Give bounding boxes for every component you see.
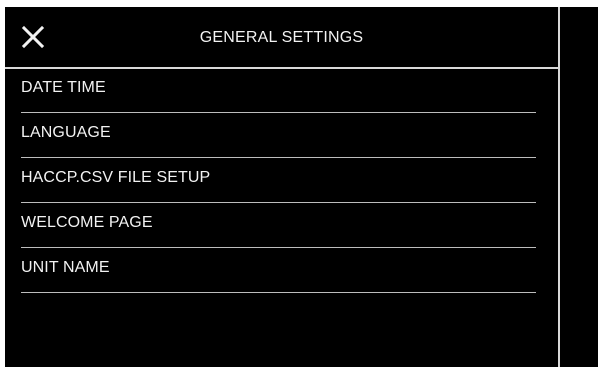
- menu-item-label: DATE TIME: [21, 79, 106, 96]
- header-bar: GENERAL SETTINGS: [5, 7, 558, 69]
- menu-item-label: UNIT NAME: [21, 259, 110, 276]
- settings-screen: GENERAL SETTINGS DATE TIME LANGUAGE HACC…: [5, 7, 598, 367]
- menu-item-label: HACCP.CSV FILE SETUP: [21, 169, 211, 186]
- menu-item-haccp-csv-file-setup[interactable]: HACCP.CSV FILE SETUP: [21, 159, 536, 203]
- menu-item-label: LANGUAGE: [21, 124, 111, 141]
- menu-item-label: WELCOME PAGE: [21, 214, 153, 231]
- menu-item-welcome-page[interactable]: WELCOME PAGE: [21, 204, 536, 248]
- menu-item-unit-name[interactable]: UNIT NAME: [21, 249, 536, 293]
- menu-item-date-time[interactable]: DATE TIME: [21, 69, 536, 113]
- page-title: GENERAL SETTINGS: [199, 29, 364, 46]
- side-panel-divider: [558, 7, 560, 367]
- settings-menu: DATE TIME LANGUAGE HACCP.CSV FILE SETUP …: [5, 69, 558, 293]
- menu-item-language[interactable]: LANGUAGE: [21, 114, 536, 158]
